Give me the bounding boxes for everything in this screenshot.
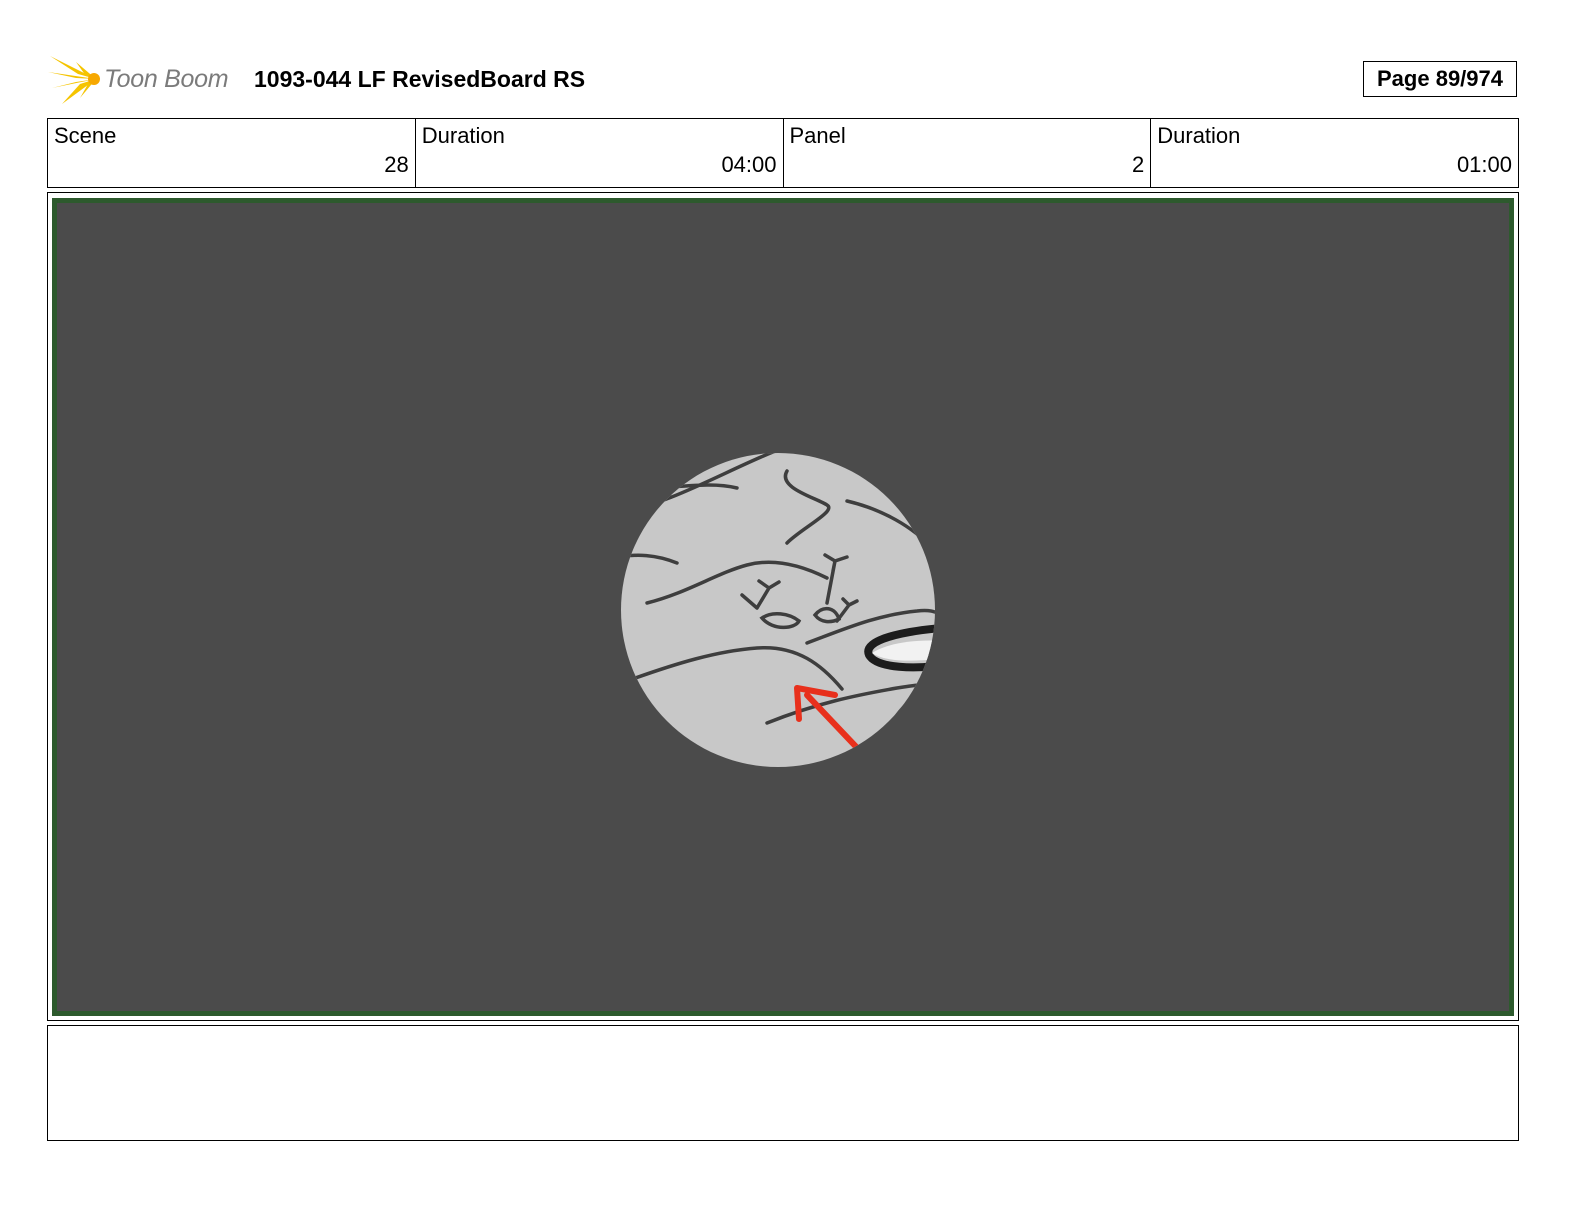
- page-header: Toon Boom 1093-044 LF RevisedBoard RS Pa…: [48, 52, 1584, 108]
- panel-cell: Panel 2: [782, 119, 1151, 187]
- page-number: 89/974: [1435, 66, 1503, 91]
- scene-duration-cell: Duration 04:00: [414, 119, 783, 187]
- scene-duration-label: Duration: [421, 123, 505, 148]
- scene-value: 28: [384, 152, 409, 177]
- scene-info-table: Scene 28 Duration 04:00 Panel 2 Duration…: [47, 118, 1519, 188]
- scene-duration-value: 04:00: [721, 152, 777, 177]
- page-label: Page: [1376, 66, 1430, 91]
- storyboard-panel-image: [52, 198, 1514, 1016]
- panel-label: Panel: [789, 123, 846, 148]
- panel-sketch: [621, 453, 935, 767]
- panel-value: 2: [1132, 152, 1145, 177]
- panel-notes-box: [47, 1025, 1519, 1141]
- logo-wordmark: Toon Boom: [104, 65, 229, 93]
- storyboard-panel-frame: [47, 192, 1519, 1021]
- starburst-icon: [48, 56, 100, 104]
- panel-duration-cell: Duration 01:00: [1150, 119, 1518, 187]
- panel-duration-value: 01:00: [1456, 152, 1512, 177]
- scene-cell: Scene 28: [48, 119, 415, 187]
- document-title: 1093-044 LF RevisedBoard RS: [254, 66, 586, 92]
- scene-label: Scene: [54, 123, 117, 148]
- panel-duration-label: Duration: [1157, 123, 1241, 148]
- page-indicator: Page 89/974: [1363, 61, 1517, 97]
- toon-boom-logo: Toon Boom: [48, 52, 240, 108]
